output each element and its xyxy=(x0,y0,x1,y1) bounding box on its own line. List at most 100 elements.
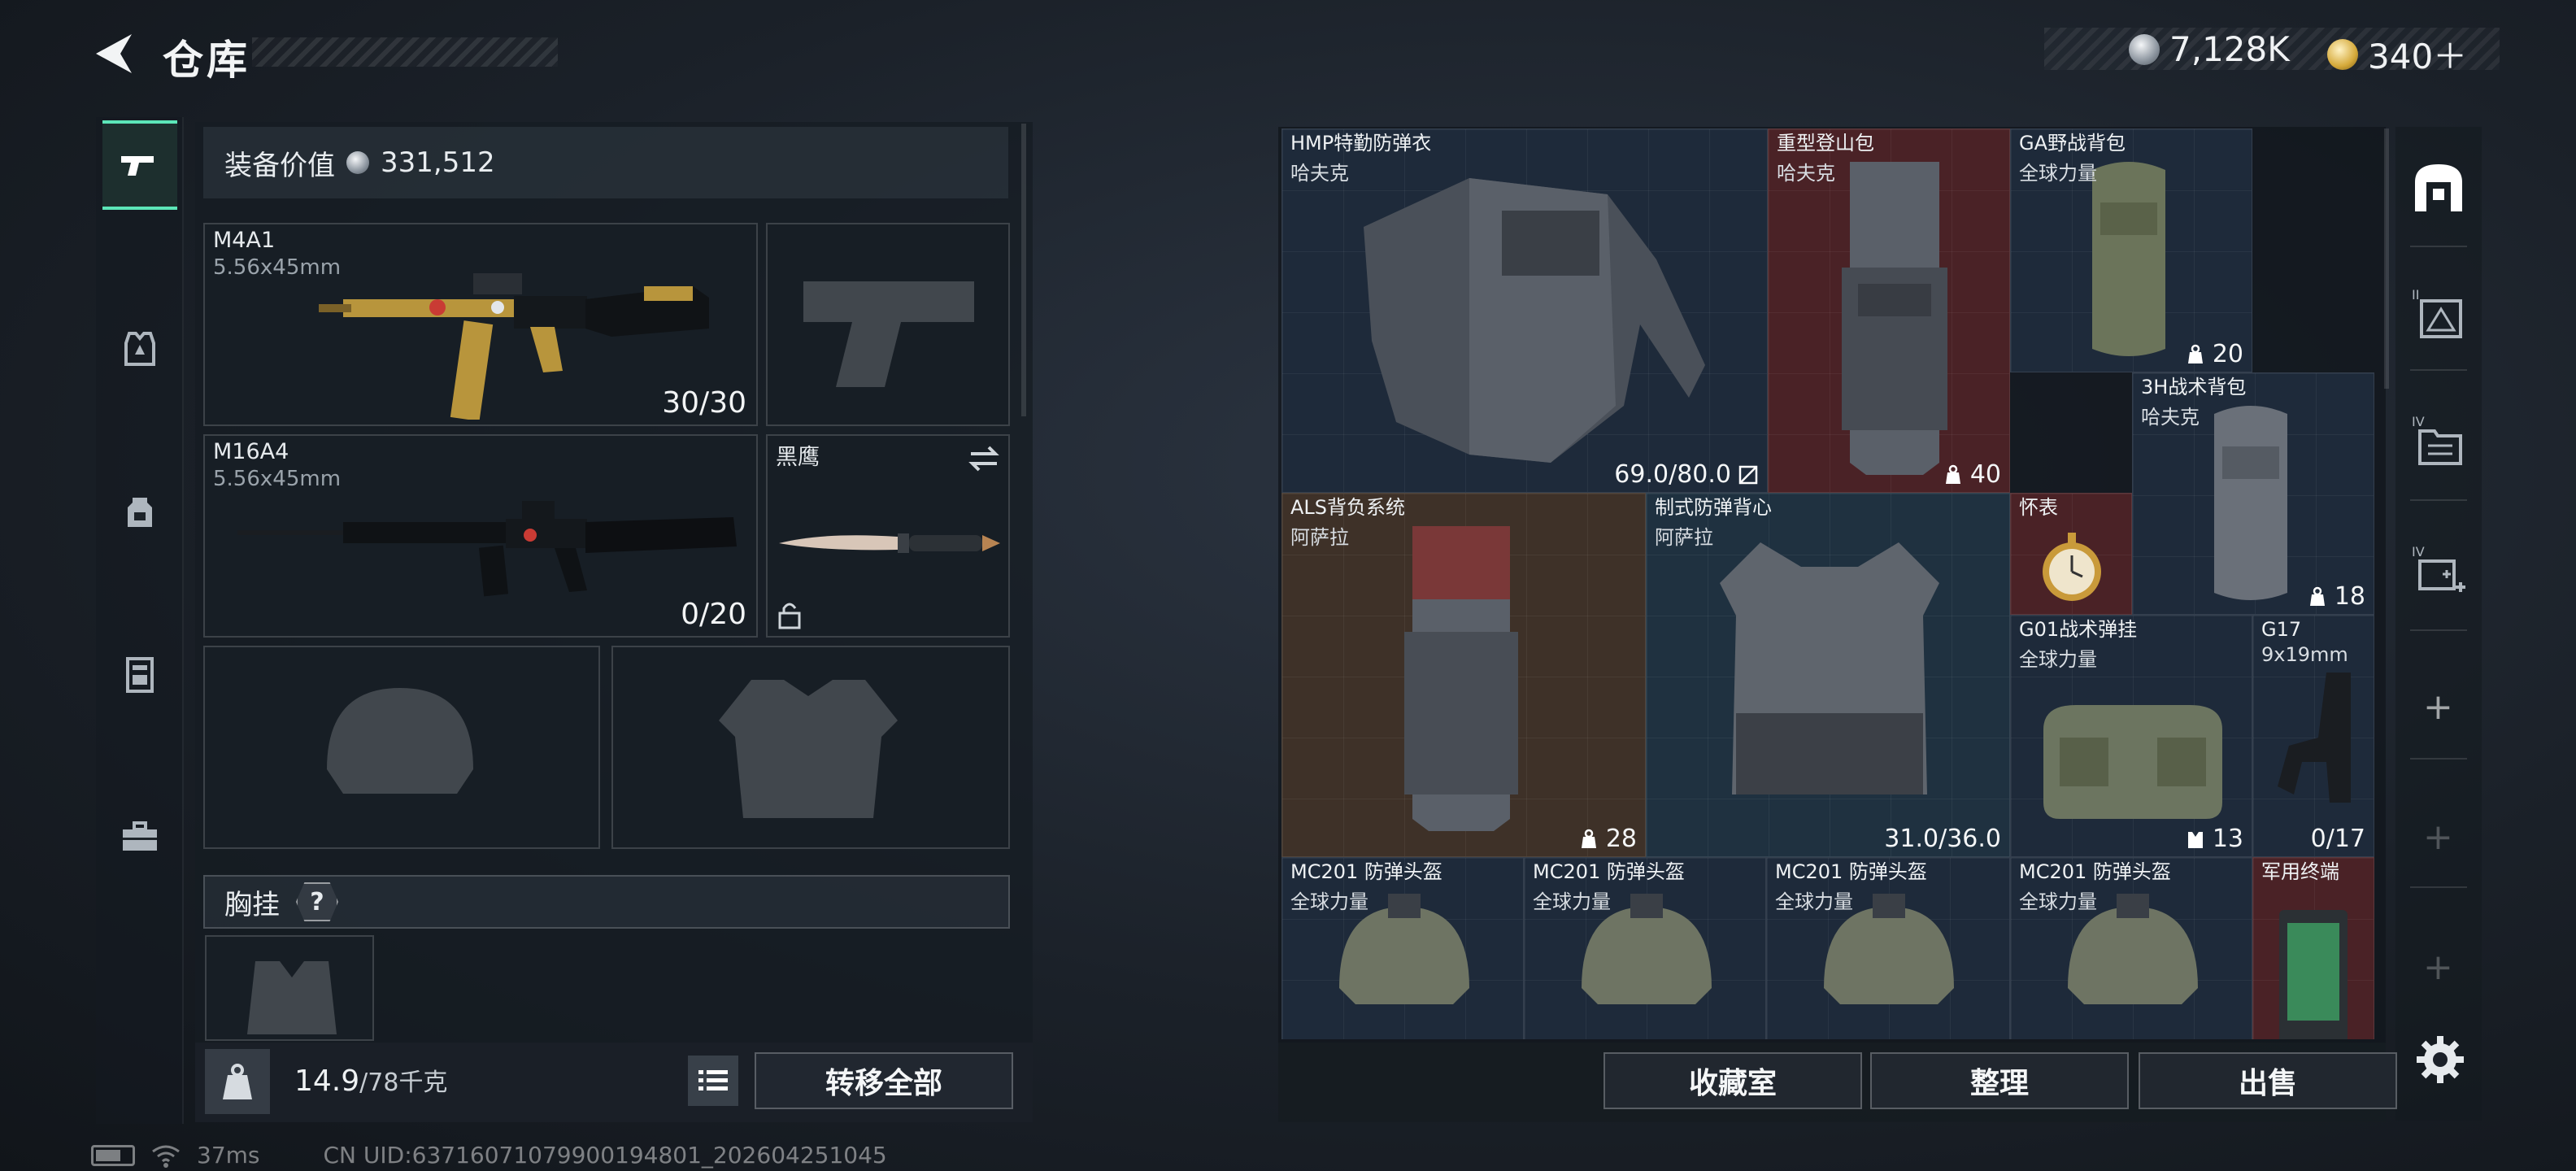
item-name: MC201 防弹头盔 xyxy=(1775,860,1927,883)
silver-coin-icon xyxy=(2129,33,2160,65)
sell-button[interactable]: 出售 xyxy=(2139,1052,2397,1109)
tab-backpack[interactable] xyxy=(102,467,177,556)
primary-weapon-slot[interactable]: M4A1 5.56x45mm 30/30 xyxy=(203,223,758,426)
chest-rig-header: 胸挂 ? xyxy=(203,875,1010,929)
military-terminal-image xyxy=(2279,910,2348,1039)
armor-placeholder-icon xyxy=(719,680,898,818)
stash-item[interactable]: 制式防弹背心 阿萨拉 31.0/36.0 xyxy=(1646,493,2010,857)
pistol-slot-empty[interactable] xyxy=(766,223,1010,426)
helmet-slot-empty[interactable] xyxy=(203,646,600,849)
list-view-button[interactable] xyxy=(688,1056,738,1106)
back-arrow-icon xyxy=(96,34,132,73)
tab-divider xyxy=(2410,758,2467,760)
add-container-button[interactable]: + xyxy=(2423,820,2453,855)
item-brand: 阿萨拉 xyxy=(1290,526,1349,549)
tab-container-iv[interactable]: IV xyxy=(2410,413,2467,470)
currency-silver[interactable]: 7,128K xyxy=(2129,29,2290,69)
item-name: 军用终端 xyxy=(2261,860,2339,883)
tab-rig[interactable] xyxy=(102,629,177,719)
weapon-name: M16A4 xyxy=(213,439,289,464)
pistol-image xyxy=(2278,673,2351,803)
item-brand: 哈夫克 xyxy=(1777,162,1835,185)
item-value: 28 xyxy=(1578,825,1637,853)
transfer-all-button[interactable]: 转移全部 xyxy=(755,1052,1013,1109)
svg-text:II: II xyxy=(2412,287,2419,303)
tab-divider xyxy=(2410,246,2467,247)
item-value: 69.0/80.0 xyxy=(1614,460,1759,489)
item-name: G17 xyxy=(2261,618,2302,641)
pocket-watch-image xyxy=(2043,533,2101,601)
equipment-value-label: 装备价值 xyxy=(224,149,335,182)
item-name: 怀表 xyxy=(2019,496,2058,519)
secondary-weapon-slot[interactable]: M16A4 5.56x45mm 0/20 xyxy=(203,434,758,638)
back-button[interactable] xyxy=(89,31,138,76)
armor-slot-empty[interactable] xyxy=(611,646,1010,849)
item-name: G01战术弹挂 xyxy=(2019,618,2138,641)
page-title: 仓库 xyxy=(163,37,250,84)
stash-item[interactable]: MC201 防弹头盔 全球力量 xyxy=(1281,857,1524,1039)
knife-image xyxy=(779,533,1000,553)
item-value: 18 xyxy=(2307,582,2365,611)
chest-rig-slot-empty[interactable] xyxy=(205,935,374,1041)
stash-item[interactable]: 重型登山包 哈夫克 40 xyxy=(1768,128,2010,493)
capacity-icon xyxy=(2309,586,2325,606)
currency-gold[interactable]: 340＋ xyxy=(2327,29,2467,79)
tab-tools[interactable] xyxy=(102,792,177,882)
pistol-icon xyxy=(121,156,154,176)
stash-icon xyxy=(2415,164,2462,211)
add-container-button[interactable]: + xyxy=(2423,690,2453,725)
item-value: 31.0/36.0 xyxy=(1884,825,2001,853)
body-armor-image xyxy=(1364,178,1705,463)
tab-container-iv-add[interactable]: IV xyxy=(2410,543,2467,600)
tab-weapons[interactable] xyxy=(102,120,177,210)
rig-capacity-icon xyxy=(2187,831,2203,848)
gear-icon xyxy=(2417,1036,2464,1083)
left-category-tabs xyxy=(96,117,184,1124)
stash-item[interactable]: HMP特勤防弹衣 哈夫克 69.0/80.0 xyxy=(1281,128,1768,493)
item-name: HMP特勤防弹衣 xyxy=(1290,132,1432,155)
stash-item[interactable]: GA野战背包 全球力量 20 xyxy=(2010,128,2252,372)
weapon-name: M4A1 xyxy=(213,228,276,253)
stash-item[interactable]: 军用终端 xyxy=(2252,857,2374,1039)
pistol-placeholder-icon xyxy=(803,281,974,387)
status-bar: 37ms CN UID:6371607107990019480​1_202604… xyxy=(91,1142,887,1169)
organize-button[interactable]: 整理 xyxy=(1870,1052,2129,1109)
equipment-value-bar: 装备价值 331,512 xyxy=(203,127,1008,198)
tab-divider xyxy=(2410,886,2467,888)
stash-item[interactable]: MC201 防弹头盔 全球力量 xyxy=(2010,857,2252,1039)
settings-button[interactable] xyxy=(2413,1033,2467,1086)
loadout-scrollbar[interactable] xyxy=(1021,124,1026,416)
stash-item[interactable]: MC201 防弹头盔 全球力量 xyxy=(1524,857,1766,1039)
tab-divider xyxy=(2410,369,2467,371)
svg-text:IV: IV xyxy=(2412,414,2425,429)
current-weight: 14.9 xyxy=(294,1064,360,1098)
item-brand: 9x19mm xyxy=(2261,643,2348,666)
backpack-image xyxy=(2214,406,2287,600)
stash-item[interactable]: MC201 防弹头盔 全球力量 xyxy=(1766,857,2010,1039)
tab-container-ii[interactable]: II xyxy=(2410,286,2467,343)
stash-item[interactable]: 怀表 xyxy=(2010,493,2132,615)
swap-icon[interactable] xyxy=(968,444,1000,473)
item-brand: 全球力量 xyxy=(1533,890,1611,913)
tab-stash[interactable] xyxy=(2410,159,2467,216)
tab-armor[interactable] xyxy=(102,304,177,394)
melee-slot[interactable]: 黑鹰 xyxy=(766,434,1010,638)
no-repair-icon xyxy=(1738,465,1758,484)
collection-room-button[interactable]: 收藏室 xyxy=(1603,1052,1862,1109)
ping-readout: 37ms xyxy=(197,1142,260,1169)
capacity: 28 xyxy=(1605,825,1637,853)
stash-item[interactable]: G01战术弹挂 全球力量 13 xyxy=(2010,615,2252,857)
item-name: GA野战背包 xyxy=(2019,132,2126,155)
item-value: 20 xyxy=(2185,340,2243,368)
stash-item[interactable]: G17 9x19mm 0/17 xyxy=(2252,615,2374,857)
lock-icon xyxy=(778,603,801,629)
stash-item[interactable]: ALS背负系统 阿萨拉 28 xyxy=(1281,493,1646,857)
armor-vest-icon xyxy=(124,332,155,366)
item-brand: 哈夫克 xyxy=(1290,162,1349,185)
stash-item[interactable]: 3H战术背包 哈夫克 18 xyxy=(2132,372,2374,615)
capacity-icon xyxy=(1945,464,1960,484)
help-button[interactable]: ? xyxy=(296,882,338,921)
gold-amount: 340＋ xyxy=(2368,37,2468,76)
stash-scrollbar[interactable] xyxy=(2384,128,2389,389)
add-container-button[interactable]: + xyxy=(2423,950,2453,986)
